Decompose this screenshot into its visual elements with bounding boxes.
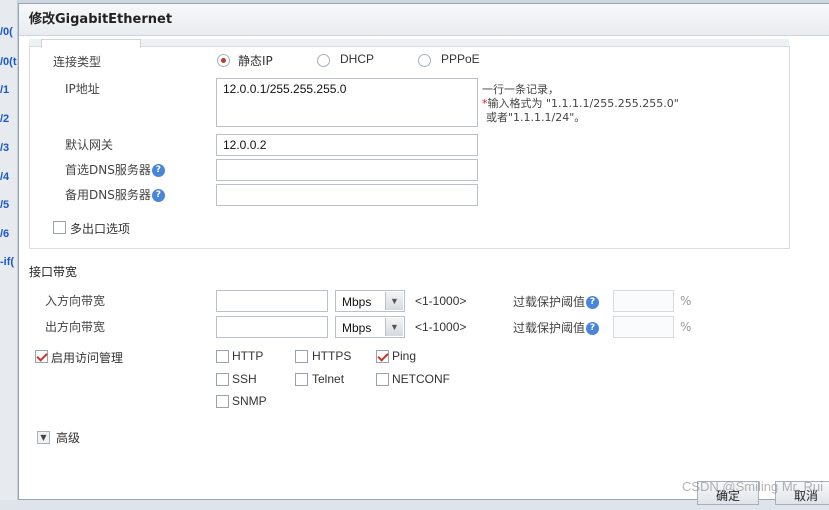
ip-hint-format: 输入格式为 "1.1.1.1/255.255.255.0": [487, 97, 679, 110]
ip-hint-line2: *输入格式为 "1.1.1.1/255.255.255.0": [482, 97, 679, 111]
edit-interface-dialog: 修改GigabitEthernet 连接类型 静态IP DHCP PPPoE I…: [18, 3, 829, 505]
gateway-input[interactable]: 12.0.0.2: [216, 134, 478, 156]
ip-address-label: IP地址: [65, 82, 100, 96]
watermark: CSDN @Smiling Mr. Rui: [681, 479, 823, 494]
snmp-checkbox[interactable]: [216, 395, 229, 408]
radio-pppoe[interactable]: [418, 54, 431, 67]
inbound-threshold-label: 过载保护阈值?: [513, 293, 600, 310]
inbound-unit-value: Mbps: [342, 295, 372, 309]
background-row: /1: [0, 84, 10, 96]
dns2-input[interactable]: [216, 184, 478, 206]
inbound-bandwidth-label: 入方向带宽: [45, 294, 106, 308]
access-management-checkbox[interactable]: [35, 350, 48, 363]
ping-checkbox[interactable]: [376, 350, 389, 363]
bandwidth-heading: 接口带宽: [29, 265, 78, 279]
https-checkbox[interactable]: [295, 350, 308, 363]
ip-hint-line1: 一行一条记录，: [482, 83, 559, 96]
dns2-label: 备用DNS服务器?: [65, 186, 165, 203]
radio-dhcp[interactable]: [317, 54, 330, 67]
connection-type-label: 连接类型: [53, 55, 102, 69]
ip-hint-line3: 或者"1.1.1.1/24"。: [486, 111, 586, 124]
ssh-label[interactable]: SSH: [232, 372, 257, 386]
ssh-checkbox[interactable]: [216, 373, 229, 386]
outbound-threshold-text: 过载保护阈值: [513, 321, 586, 335]
http-label[interactable]: HTTP: [232, 349, 263, 363]
help-icon[interactable]: ?: [151, 164, 165, 177]
http-checkbox[interactable]: [216, 350, 229, 363]
help-icon[interactable]: ?: [586, 322, 600, 335]
advanced-label[interactable]: 高级: [56, 429, 80, 446]
outbound-unit-select[interactable]: Mbps ▼: [335, 316, 405, 338]
telnet-label[interactable]: Telnet: [312, 372, 344, 386]
advanced-toggle-icon[interactable]: ▼: [37, 431, 50, 444]
multi-exit-checkbox[interactable]: [53, 221, 66, 234]
inbound-percent: %: [680, 294, 692, 308]
netconf-label[interactable]: NETCONF: [392, 372, 450, 386]
chevron-down-icon[interactable]: ▼: [385, 292, 403, 310]
outbound-bandwidth-input[interactable]: [216, 316, 328, 338]
telnet-checkbox[interactable]: [295, 373, 308, 386]
ping-label[interactable]: Ping: [392, 349, 416, 363]
access-management-label[interactable]: 启用访问管理: [51, 349, 123, 366]
snmp-label[interactable]: SNMP: [232, 394, 267, 408]
background-list: /0( /0(t /1 /2 /3 /4 /5 /6 -if(: [0, 0, 18, 500]
dns2-label-text: 备用DNS服务器: [65, 188, 151, 202]
inbound-threshold-input[interactable]: [613, 290, 674, 312]
multi-exit-label[interactable]: 多出口选项: [70, 220, 130, 237]
outbound-percent: %: [680, 320, 692, 334]
background-row: -if(: [0, 256, 15, 268]
inbound-range-hint: <1-1000>: [415, 294, 467, 308]
netconf-checkbox[interactable]: [376, 373, 389, 386]
radio-pppoe-label[interactable]: PPPoE: [441, 52, 480, 66]
help-icon[interactable]: ?: [151, 189, 165, 202]
dialog-title: 修改GigabitEthernet: [19, 4, 829, 36]
inbound-unit-select[interactable]: Mbps ▼: [335, 290, 405, 312]
background-row: /6: [0, 228, 10, 240]
background-row: /3: [0, 142, 10, 154]
help-icon[interactable]: ?: [586, 296, 600, 309]
radio-static-ip-label[interactable]: 静态IP: [238, 52, 273, 69]
outbound-range-hint: <1-1000>: [415, 320, 467, 334]
dns1-label: 首选DNS服务器?: [65, 161, 165, 178]
dns1-input[interactable]: [216, 159, 478, 181]
background-row: /4: [0, 171, 10, 183]
inbound-bandwidth-input[interactable]: [216, 290, 328, 312]
dns1-label-text: 首选DNS服务器: [65, 163, 151, 177]
chevron-down-icon[interactable]: ▼: [385, 318, 403, 336]
outbound-unit-value: Mbps: [342, 321, 372, 335]
background-row: /0(t: [0, 56, 17, 68]
ip-hint: 一行一条记录， *输入格式为 "1.1.1.1/255.255.255.0" 或…: [482, 83, 679, 125]
outbound-threshold-input[interactable]: [613, 316, 674, 338]
inbound-threshold-text: 过载保护阈值: [513, 295, 586, 309]
background-row: /5: [0, 199, 10, 211]
gateway-label: 默认网关: [65, 138, 114, 152]
background-row: /0(: [0, 26, 13, 38]
outbound-bandwidth-label: 出方向带宽: [45, 320, 106, 334]
background-row: /2: [0, 113, 10, 125]
radio-dhcp-label[interactable]: DHCP: [340, 52, 374, 66]
outbound-threshold-label: 过载保护阈值?: [513, 319, 600, 336]
https-label[interactable]: HTTPS: [312, 349, 351, 363]
ip-address-textarea[interactable]: 12.0.0.1/255.255.255.0: [216, 78, 478, 127]
radio-static-ip[interactable]: [217, 54, 230, 67]
